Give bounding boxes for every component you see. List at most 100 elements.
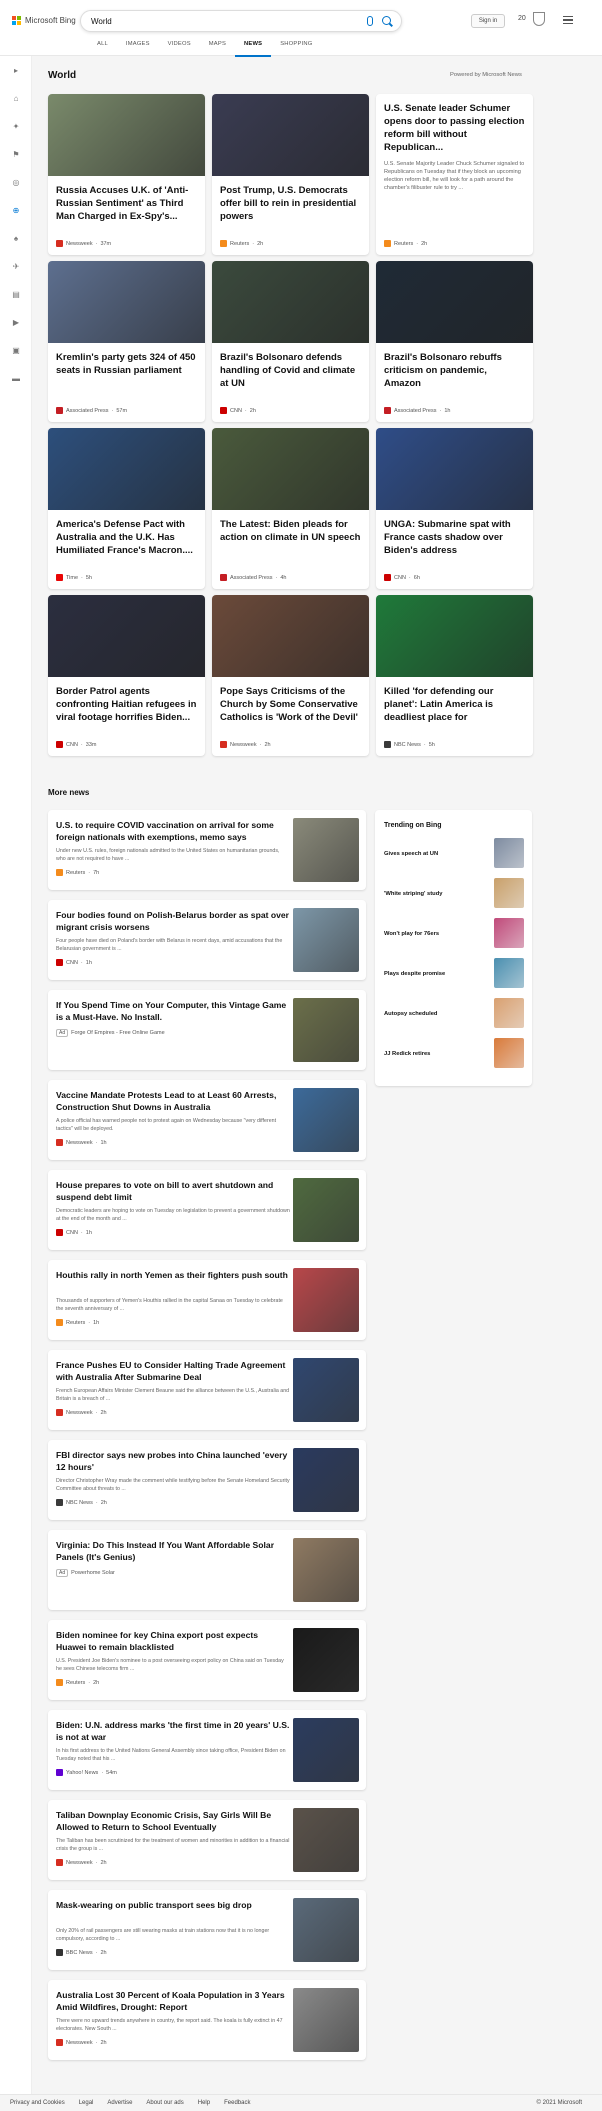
news-card-image[interactable] bbox=[212, 595, 369, 677]
trending-label[interactable]: Gives speech at UN bbox=[384, 851, 438, 857]
rewards-trophy-icon[interactable] bbox=[533, 12, 545, 26]
news-list-item[interactable]: Four bodies found on Polish-Belarus bord… bbox=[48, 900, 366, 980]
news-card-image[interactable] bbox=[212, 428, 369, 510]
news-card-image[interactable] bbox=[376, 261, 533, 343]
trending-item[interactable]: Plays despite promise bbox=[384, 958, 524, 992]
news-card-image[interactable] bbox=[212, 94, 369, 176]
news-thumbnail[interactable] bbox=[293, 1358, 359, 1422]
tab-all[interactable]: ALL bbox=[88, 38, 117, 57]
news-card-title[interactable]: Russia Accuses U.K. of 'Anti-Russian Sen… bbox=[56, 184, 198, 223]
trending-thumbnail[interactable] bbox=[494, 918, 524, 948]
news-list-item[interactable]: Mask-wearing on public transport sees bi… bbox=[48, 1890, 366, 1970]
news-list-item[interactable]: Biden nominee for key China export post … bbox=[48, 1620, 366, 1700]
footer-link[interactable]: Advertise bbox=[107, 2100, 132, 2106]
news-card-title[interactable]: UNGA: Submarine spat with France casts s… bbox=[384, 518, 526, 557]
trending-label[interactable]: Autopsy scheduled bbox=[384, 1011, 437, 1017]
tab-news[interactable]: NEWS bbox=[235, 38, 272, 57]
news-title[interactable]: France Pushes EU to Consider Halting Tra… bbox=[56, 1359, 290, 1383]
news-card-title[interactable]: America's Defense Pact with Australia an… bbox=[56, 518, 198, 557]
news-list-item[interactable]: House prepares to vote on bill to avert … bbox=[48, 1170, 366, 1250]
location-icon[interactable]: ◎ bbox=[11, 178, 21, 188]
video-icon[interactable]: ▶ bbox=[11, 318, 21, 328]
business-icon[interactable]: ▤ bbox=[11, 290, 21, 300]
footer-link[interactable]: Feedback bbox=[224, 2100, 250, 2106]
home-icon[interactable]: ⌂ bbox=[11, 94, 21, 104]
tab-videos[interactable]: VIDEOS bbox=[159, 38, 200, 57]
shopping-icon[interactable]: ▣ bbox=[11, 346, 21, 356]
trending-item[interactable]: JJ Redick retires bbox=[384, 1038, 524, 1072]
discover-icon[interactable]: ✦ bbox=[11, 122, 21, 132]
news-thumbnail[interactable] bbox=[293, 1268, 359, 1332]
sponsored-card[interactable]: Virginia: Do This Instead If You Want Af… bbox=[48, 1530, 366, 1610]
news-card-image[interactable] bbox=[48, 595, 205, 677]
news-thumbnail[interactable] bbox=[293, 1538, 359, 1602]
news-thumbnail[interactable] bbox=[293, 1988, 359, 2052]
news-thumbnail[interactable] bbox=[293, 1808, 359, 1872]
trending-thumbnail[interactable] bbox=[494, 958, 524, 988]
news-card-image[interactable] bbox=[48, 94, 205, 176]
flag-icon[interactable]: ⚑ bbox=[11, 150, 21, 160]
trending-item[interactable]: Autopsy scheduled bbox=[384, 998, 524, 1032]
trending-label[interactable]: JJ Redick retires bbox=[384, 1051, 430, 1057]
news-card[interactable]: Post Trump, U.S. Democrats offer bill to… bbox=[212, 94, 369, 255]
news-card-image[interactable] bbox=[212, 261, 369, 343]
trending-item[interactable]: Gives speech at UN bbox=[384, 838, 524, 872]
news-title[interactable]: Australia Lost 30 Percent of Koala Popul… bbox=[56, 1989, 290, 2013]
news-thumbnail[interactable] bbox=[293, 818, 359, 882]
news-title[interactable]: U.S. to require COVID vaccination on arr… bbox=[56, 819, 290, 843]
sports-icon[interactable]: ♠ bbox=[11, 234, 21, 244]
tab-maps[interactable]: MAPS bbox=[200, 38, 235, 57]
news-card-title[interactable]: Killed 'for defending our planet': Latin… bbox=[384, 685, 526, 725]
news-thumbnail[interactable] bbox=[293, 1718, 359, 1782]
news-thumbnail[interactable] bbox=[293, 1178, 359, 1242]
news-list-item[interactable]: Vaccine Mandate Protests Lead to at Leas… bbox=[48, 1080, 366, 1160]
news-title[interactable]: Taliban Downplay Economic Crisis, Say Gi… bbox=[56, 1809, 290, 1833]
news-card-title[interactable]: Brazil's Bolsonaro rebuffs criticism on … bbox=[384, 351, 526, 390]
news-card-title[interactable]: Post Trump, U.S. Democrats offer bill to… bbox=[220, 184, 362, 223]
news-title[interactable]: If You Spend Time on Your Computer, this… bbox=[56, 999, 290, 1023]
news-list-item[interactable]: Taliban Downplay Economic Crisis, Say Gi… bbox=[48, 1800, 366, 1880]
news-title[interactable]: Houthis rally in north Yemen as their fi… bbox=[56, 1269, 290, 1281]
more-icon[interactable]: ▬ bbox=[11, 374, 21, 384]
trending-thumbnail[interactable] bbox=[494, 998, 524, 1028]
footer-link[interactable]: Help bbox=[198, 2100, 210, 2106]
news-card[interactable]: Pope Says Criticisms of the Church by So… bbox=[212, 595, 369, 756]
news-card[interactable]: Brazil's Bolsonaro rebuffs criticism on … bbox=[376, 261, 533, 422]
trending-label[interactable]: 'White striping' study bbox=[384, 891, 442, 897]
news-card[interactable]: The Latest: Biden pleads for action on c… bbox=[212, 428, 369, 589]
news-card[interactable]: Brazil's Bolsonaro defends handling of C… bbox=[212, 261, 369, 422]
tab-shopping[interactable]: SHOPPING bbox=[271, 38, 321, 57]
news-list-item[interactable]: France Pushes EU to Consider Halting Tra… bbox=[48, 1350, 366, 1430]
search-box[interactable] bbox=[80, 10, 402, 32]
trending-item[interactable]: 'White striping' study bbox=[384, 878, 524, 912]
news-list-item[interactable]: FBI director says new probes into China … bbox=[48, 1440, 366, 1520]
expand-icon[interactable]: ▸ bbox=[11, 66, 21, 76]
microphone-icon[interactable] bbox=[367, 16, 373, 26]
news-card[interactable]: UNGA: Submarine spat with France casts s… bbox=[376, 428, 533, 589]
news-card-title[interactable]: Pope Says Criticisms of the Church by So… bbox=[220, 685, 362, 724]
news-title[interactable]: Vaccine Mandate Protests Lead to at Leas… bbox=[56, 1089, 290, 1113]
travel-icon[interactable]: ✈ bbox=[11, 262, 21, 272]
news-title[interactable]: FBI director says new probes into China … bbox=[56, 1449, 290, 1473]
news-list-item[interactable]: Biden: U.N. address marks 'the first tim… bbox=[48, 1710, 366, 1790]
news-title[interactable]: Biden: U.N. address marks 'the first tim… bbox=[56, 1719, 290, 1743]
footer-link[interactable]: About our ads bbox=[146, 2100, 183, 2106]
footer-link[interactable]: Legal bbox=[79, 2100, 94, 2106]
news-card-image[interactable] bbox=[48, 261, 205, 343]
search-icon[interactable] bbox=[382, 16, 391, 25]
news-card[interactable]: Russia Accuses U.K. of 'Anti-Russian Sen… bbox=[48, 94, 205, 255]
trending-thumbnail[interactable] bbox=[494, 878, 524, 908]
news-card-title[interactable]: U.S. Senate leader Schumer opens door to… bbox=[384, 102, 526, 154]
news-list-item[interactable]: Houthis rally in north Yemen as their fi… bbox=[48, 1260, 366, 1340]
trending-label[interactable]: Won't play for 76ers bbox=[384, 931, 439, 937]
news-card[interactable]: America's Defense Pact with Australia an… bbox=[48, 428, 205, 589]
rewards-count[interactable]: 20 bbox=[518, 15, 526, 22]
sign-in-button[interactable]: Sign in bbox=[471, 14, 505, 28]
bing-logo[interactable]: Microsoft Bing bbox=[12, 16, 76, 25]
news-card[interactable]: Border Patrol agents confronting Haitian… bbox=[48, 595, 205, 756]
news-card[interactable]: Killed 'for defending our planet': Latin… bbox=[376, 595, 533, 756]
news-title[interactable]: House prepares to vote on bill to avert … bbox=[56, 1179, 290, 1203]
news-card-title[interactable]: Border Patrol agents confronting Haitian… bbox=[56, 685, 198, 724]
news-card-image[interactable] bbox=[376, 428, 533, 510]
news-title[interactable]: Mask-wearing on public transport sees bi… bbox=[56, 1899, 290, 1911]
